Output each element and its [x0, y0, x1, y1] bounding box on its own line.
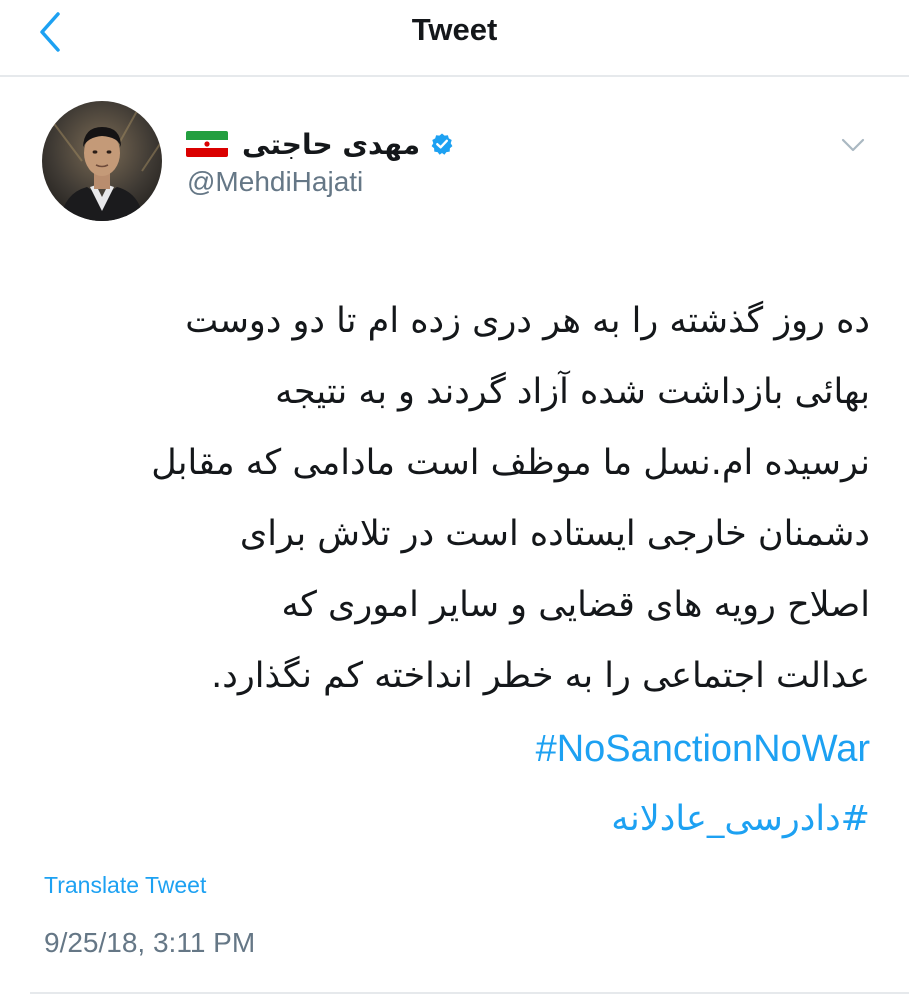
tweet-text-line: بهائی بازداشت شده آزاد گردند و به نتیجه: [275, 372, 870, 412]
hashtag-link[interactable]: #دادرسی_عادلانه: [611, 799, 870, 839]
profile-photo: [42, 101, 162, 221]
author-name-row: مهدی حاجتی: [186, 124, 454, 164]
chevron-down-icon: [841, 138, 865, 152]
tweet-text-line: عدالت اجتماعی را به خطر انداخته کم نگذار…: [211, 656, 870, 696]
verified-badge-icon: [431, 133, 453, 155]
tweet-timestamp: 9/25/18, 3:11 PM: [44, 927, 256, 958]
author-handle[interactable]: @MehdiHajati: [187, 166, 363, 198]
translate-tweet-link[interactable]: Translate Tweet: [44, 872, 206, 899]
author-display-name[interactable]: مهدی حاجتی: [242, 128, 420, 161]
tweet-text: ده روز گذشته را به هر دری زده ام تا دو د…: [40, 286, 870, 712]
hashtag-row: #NoSanctionNoWar: [40, 714, 870, 785]
iran-flag-icon: [186, 131, 228, 157]
tweet-text-line: اصلاح رویه های قضایی و سایر اموری که: [281, 585, 870, 625]
tweet-text-line: نرسیده ام.نسل ما موظف است مادامی که مقاب…: [151, 443, 870, 483]
tweet-text-line: ده روز گذشته را به هر دری زده ام تا دو د…: [185, 301, 870, 341]
divider: [30, 992, 909, 994]
more-options-button[interactable]: [836, 130, 870, 160]
hashtag-link[interactable]: #NoSanctionNoWar: [536, 728, 870, 770]
page-title: Tweet: [411, 12, 498, 47]
tweet-text-line: دشمنان خارجی ایستاده است در تلاش برای: [239, 514, 870, 554]
avatar[interactable]: [42, 101, 162, 221]
tweet-header: Tweet: [0, 0, 909, 77]
hashtag-row: #دادرسی_عادلانه: [40, 784, 870, 855]
